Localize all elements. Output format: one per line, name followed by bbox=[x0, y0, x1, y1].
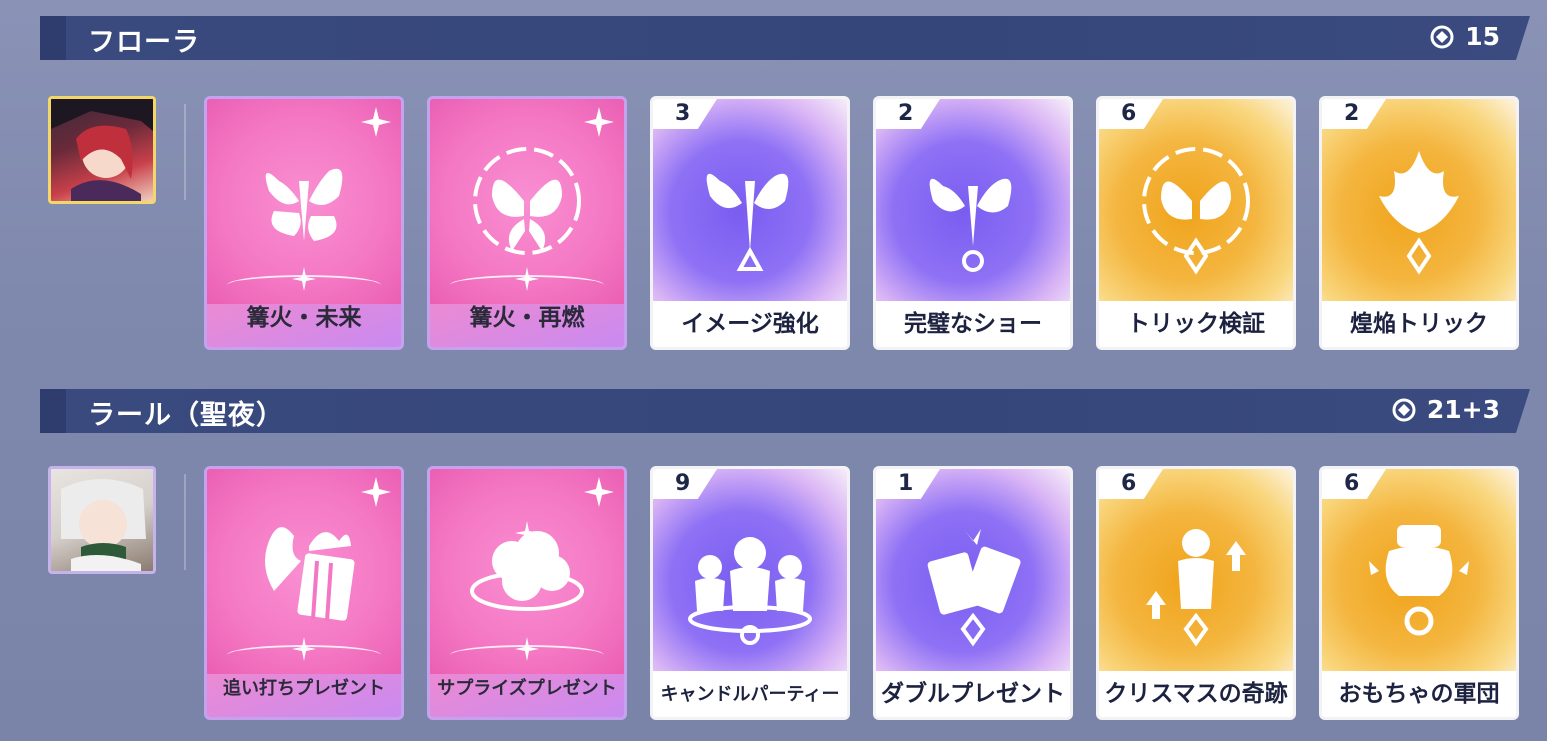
skill-card[interactable]: 篝火・再燃 bbox=[427, 96, 627, 350]
gift-flame-icon bbox=[265, 527, 355, 622]
points-display: 21+3 bbox=[1391, 395, 1500, 424]
points-value: 21+3 bbox=[1426, 395, 1500, 424]
skill-card[interactable]: 1 ダブルプレゼント bbox=[873, 466, 1073, 720]
card-name: 煌焔トリック bbox=[1322, 301, 1516, 347]
skill-card[interactable]: サプライズプレゼント bbox=[427, 466, 627, 720]
skill-card[interactable]: 追い打ちプレゼント bbox=[204, 466, 404, 720]
butterfly-flower-icon bbox=[265, 168, 343, 241]
skill-card[interactable]: 2 煌焔トリック bbox=[1319, 96, 1519, 350]
card-name: 追い打ちプレゼント bbox=[223, 677, 385, 699]
star-icon bbox=[292, 637, 316, 661]
section-header: ラール（聖夜） 21+3 bbox=[40, 389, 1530, 433]
divider bbox=[184, 104, 186, 200]
avatar-portrait-icon bbox=[51, 99, 153, 201]
figure-arrows-icon bbox=[1146, 529, 1246, 647]
target-icon bbox=[1429, 24, 1455, 50]
skill-card[interactable]: 9 キャンドルパーティー bbox=[650, 466, 850, 720]
section-header: フローラ 15 bbox=[40, 16, 1530, 60]
header-accent bbox=[40, 389, 66, 433]
target-icon bbox=[1391, 397, 1417, 423]
card-name: サプライズプレゼント bbox=[437, 677, 617, 699]
character-name: ラール（聖夜） bbox=[88, 400, 284, 431]
star-icon bbox=[292, 267, 316, 291]
card-name: 完璧なショー bbox=[876, 301, 1070, 347]
sparkle-icon bbox=[361, 477, 391, 507]
avatar[interactable] bbox=[48, 96, 156, 204]
skill-card[interactable]: 3 イメージ強化 bbox=[650, 96, 850, 350]
sparkle-icon bbox=[584, 477, 614, 507]
points-display: 15 bbox=[1429, 22, 1500, 51]
card-name: イメージ強化 bbox=[653, 301, 847, 347]
skill-card[interactable]: 2 完璧なショー bbox=[873, 96, 1073, 350]
butterfly-triangle-icon bbox=[706, 173, 789, 271]
three-figures-icon bbox=[688, 537, 812, 645]
skill-card[interactable]: 6 クリスマスの奇跡 bbox=[1096, 466, 1296, 720]
skill-card[interactable]: 篝火・未来 bbox=[204, 96, 404, 350]
card-name: おもちゃの軍団 bbox=[1322, 671, 1516, 717]
butterfly-diamond-icon bbox=[1142, 147, 1250, 275]
avatar[interactable] bbox=[48, 466, 156, 574]
card-name: キャンドルパーティー bbox=[653, 671, 847, 717]
star-icon bbox=[515, 267, 539, 291]
skill-card[interactable]: 6 トリック検証 bbox=[1096, 96, 1296, 350]
sparkle-icon bbox=[584, 107, 614, 137]
star-icon bbox=[515, 637, 539, 661]
sparkle-icon bbox=[361, 107, 391, 137]
cloud-burst-icon bbox=[470, 521, 584, 611]
header-accent bbox=[40, 16, 66, 60]
avatar-portrait-icon bbox=[61, 479, 146, 571]
flame-diamond-icon bbox=[1379, 151, 1459, 275]
card-name: 篝火・再燃 bbox=[469, 304, 585, 331]
double-gift-icon bbox=[927, 529, 1021, 647]
divider bbox=[184, 474, 186, 570]
character-name: フローラ bbox=[88, 27, 200, 58]
butterfly-circle-icon bbox=[929, 178, 1012, 272]
toy-robot-icon bbox=[1369, 525, 1469, 636]
card-name: クリスマスの奇跡 bbox=[1099, 671, 1293, 717]
card-name: 篝火・未来 bbox=[246, 304, 362, 331]
butterfly-ring-icon bbox=[473, 147, 581, 255]
skill-card[interactable]: 6 おもちゃの軍団 bbox=[1319, 466, 1519, 720]
card-name: トリック検証 bbox=[1099, 301, 1293, 347]
points-value: 15 bbox=[1465, 22, 1500, 51]
card-name: ダブルプレゼント bbox=[876, 671, 1070, 717]
